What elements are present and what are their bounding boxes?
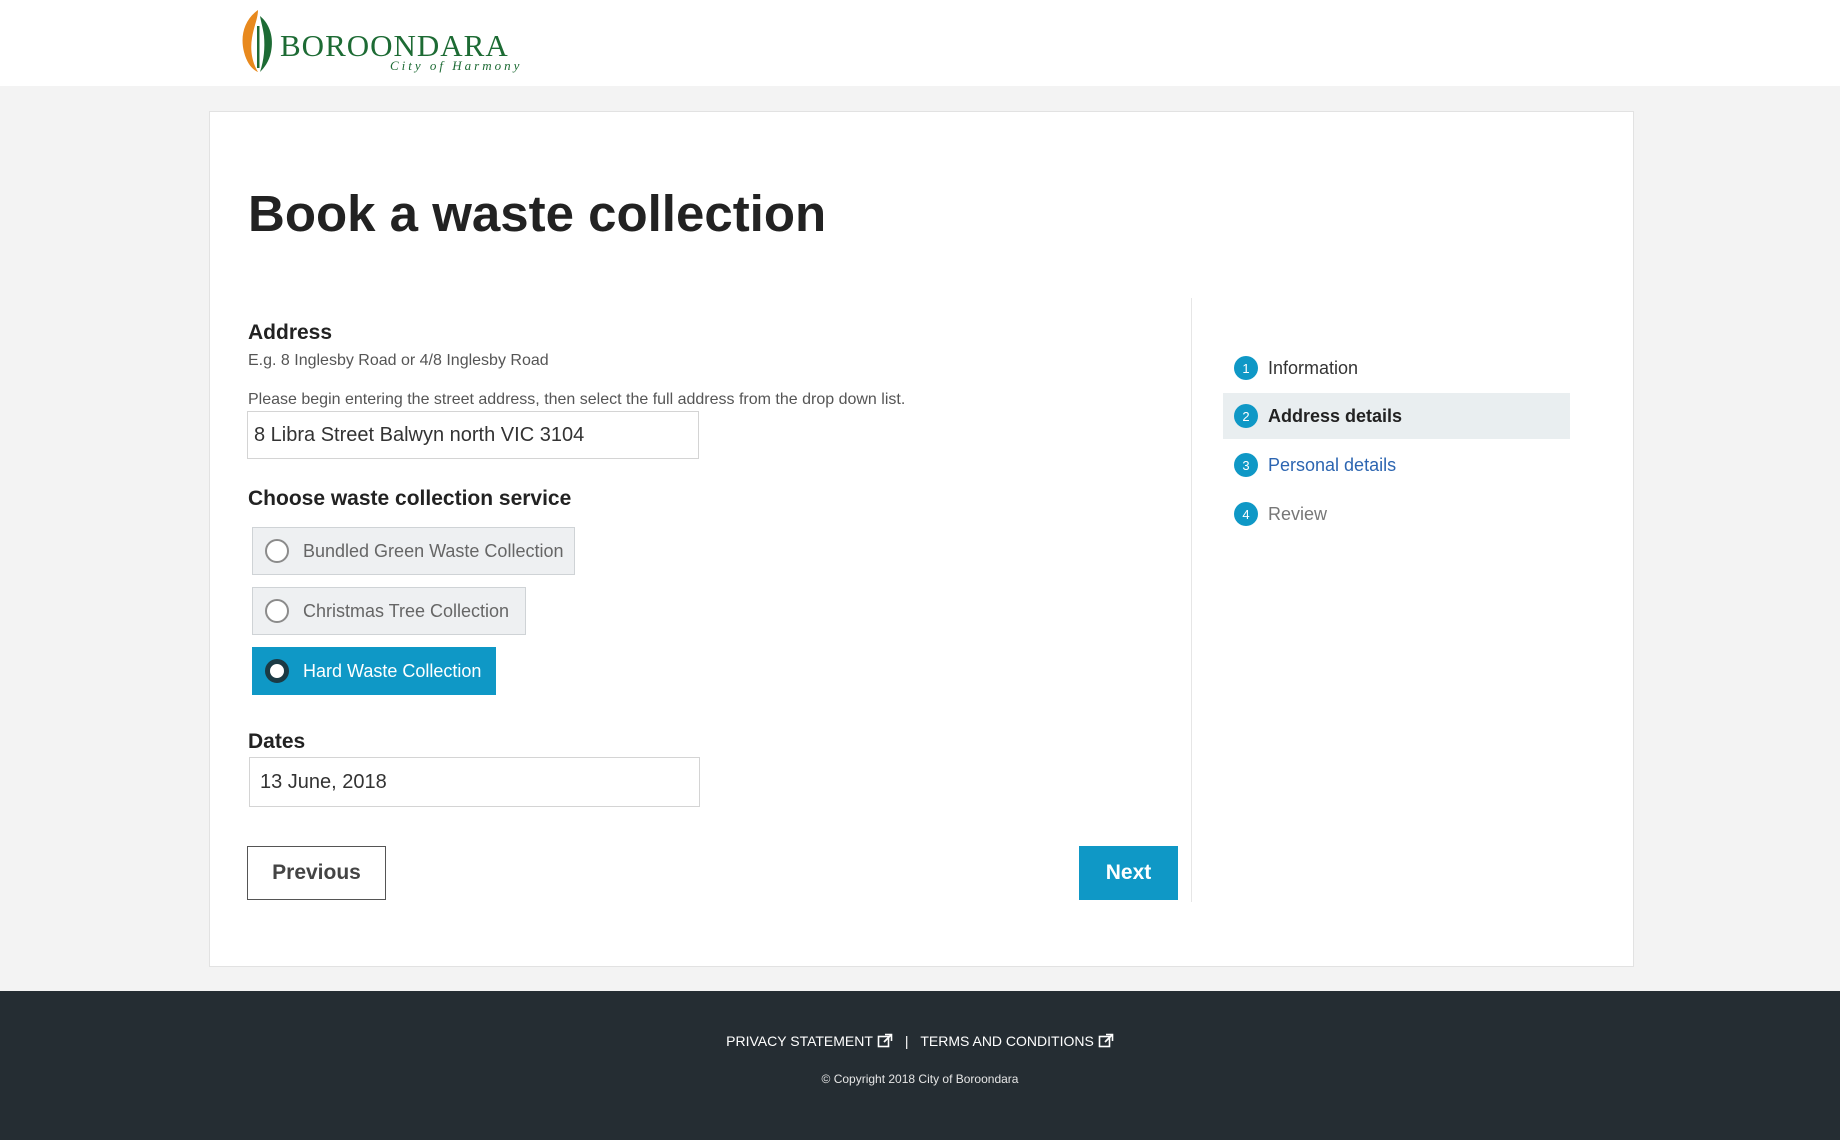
radio-christmas-tree[interactable]: Christmas Tree Collection: [252, 587, 526, 635]
logo-tagline: City of Harmony: [390, 58, 523, 73]
step-number: 3: [1234, 453, 1258, 477]
copyright-text: © Copyright 2018 City of Boroondara: [821, 1072, 1019, 1086]
radio-hard-waste[interactable]: Hard Waste Collection: [252, 647, 496, 695]
address-instruction: Please begin entering the street address…: [248, 391, 906, 408]
radio-circle-icon: [265, 539, 289, 563]
step-label: Address details: [1268, 405, 1403, 426]
terms-conditions-link[interactable]: TERMS AND CONDITIONS: [920, 1033, 1114, 1049]
footer-separator: |: [904, 1033, 909, 1049]
step-information[interactable]: 1 Information: [1223, 345, 1570, 391]
next-button[interactable]: Next: [1079, 846, 1178, 900]
step-number: 1: [1234, 356, 1258, 380]
date-input[interactable]: [249, 757, 700, 807]
site-footer: PRIVACY STATEMENT | TERMS AND CONDITIONS…: [0, 991, 1840, 1140]
external-link-icon: [877, 1033, 893, 1048]
footer-links: PRIVACY STATEMENT | TERMS AND CONDITIONS: [0, 1033, 1840, 1049]
logo-mark-icon: [242, 10, 272, 72]
step-personal-details[interactable]: 3 Personal details: [1223, 442, 1570, 488]
radio-circle-selected-icon: [265, 659, 289, 683]
step-label: Personal details: [1268, 454, 1397, 475]
page-title: Book a waste collection: [248, 185, 827, 242]
radio-label: Hard Waste Collection: [303, 660, 482, 681]
radio-bundled-green-waste[interactable]: Bundled Green Waste Collection: [252, 527, 575, 575]
step-label: Information: [1268, 357, 1359, 378]
step-label: Review: [1268, 503, 1328, 524]
previous-button[interactable]: Previous: [247, 846, 386, 900]
column-divider: [1191, 298, 1192, 902]
step-number: 4: [1234, 502, 1258, 526]
site-header: BOROONDARA City of Harmony: [0, 0, 1840, 86]
address-input[interactable]: [247, 411, 699, 459]
terms-link-label: TERMS AND CONDITIONS: [920, 1033, 1094, 1049]
step-number: 2: [1234, 404, 1258, 428]
dates-label: Dates: [248, 730, 306, 753]
privacy-statement-link[interactable]: PRIVACY STATEMENT: [726, 1033, 893, 1049]
external-link-icon: [1098, 1033, 1114, 1048]
radio-label: Bundled Green Waste Collection: [303, 540, 564, 561]
step-review: 4 Review: [1223, 491, 1570, 537]
service-label: Choose waste collection service: [248, 487, 572, 510]
boroondara-logo[interactable]: BOROONDARA City of Harmony: [236, 6, 546, 78]
address-label: Address: [248, 321, 333, 344]
radio-circle-icon: [265, 599, 289, 623]
step-address-details[interactable]: 2 Address details: [1223, 393, 1570, 439]
privacy-link-label: PRIVACY STATEMENT: [726, 1033, 873, 1049]
address-example: E.g. 8 Inglesby Road or 4/8 Inglesby Roa…: [248, 352, 549, 369]
radio-label: Christmas Tree Collection: [303, 600, 510, 621]
booking-card: Book a waste collection Address E.g. 8 I…: [209, 111, 1634, 967]
